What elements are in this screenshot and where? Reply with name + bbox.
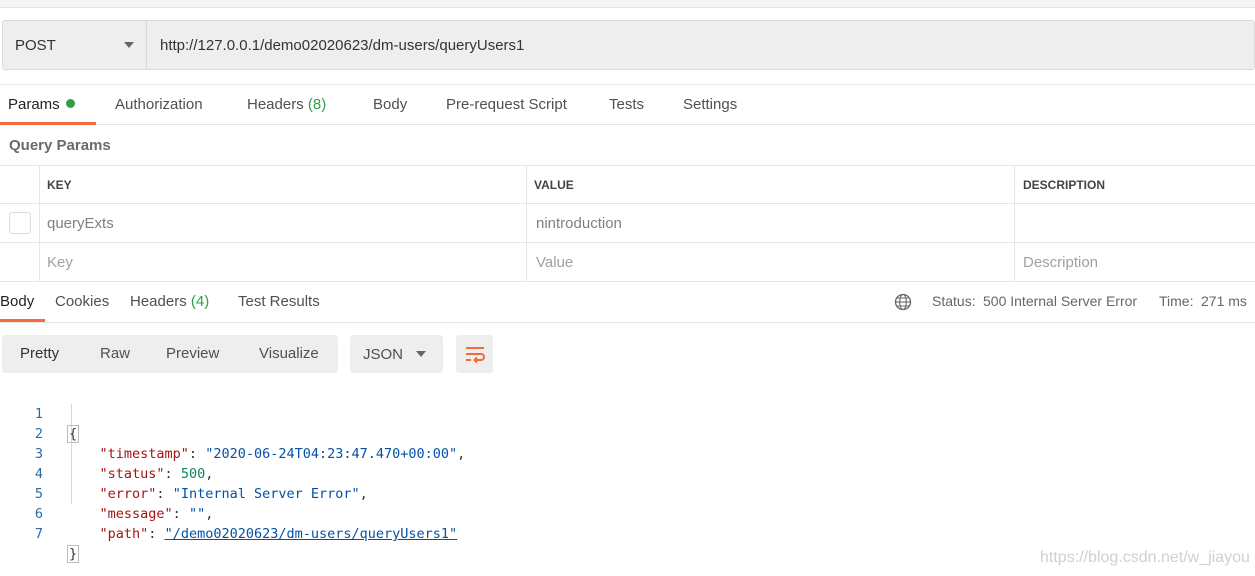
format-label: JSON — [363, 345, 404, 363]
view-visualize-button[interactable]: Visualize — [259, 335, 319, 373]
request-url-bar: POST http://127.0.0.1/demo02020623/dm-us… — [2, 20, 1255, 70]
method-label: POST — [15, 36, 56, 54]
watermark: https://blog.csdn.net/w_jiayou — [1040, 549, 1250, 566]
query-params-table: KEY VALUE DESCRIPTION queryExts nintrodu… — [0, 165, 1255, 282]
url-input[interactable]: http://127.0.0.1/demo02020623/dm-users/q… — [147, 21, 1254, 69]
tab-response-body[interactable]: Body — [0, 281, 34, 322]
response-tabs: Body Cookies Headers (4) Test Results St… — [0, 281, 1255, 323]
close-brace[interactable]: } — [67, 545, 80, 563]
status-value[interactable]: 500 Internal Server Error — [983, 281, 1137, 322]
new-description-input[interactable]: Description — [1015, 243, 1255, 281]
param-description[interactable] — [1015, 204, 1255, 242]
code-line: 2 "timestamp": "2020-06-24T04:23:47.470+… — [0, 404, 700, 462]
param-checkbox[interactable] — [8, 212, 31, 234]
new-value-input[interactable]: Value — [527, 243, 1015, 281]
tab-prerequest-script[interactable]: Pre-request Script — [446, 85, 567, 125]
top-strip — [0, 0, 1255, 8]
code-line: 5 "message": "", — [0, 464, 700, 522]
line-number: 7 — [34, 526, 43, 542]
active-tab-indicator — [0, 122, 96, 125]
code-line: 1 { — [0, 384, 700, 443]
code-line: 3 "status": 500, — [0, 424, 700, 482]
query-params-title: Query Params — [9, 137, 111, 154]
tab-settings[interactable]: Settings — [683, 85, 737, 125]
header-value: VALUE — [527, 166, 1015, 203]
param-value[interactable]: nintroduction — [527, 204, 1015, 242]
json-link-value[interactable]: "/demo02020623/dm-users/queryUsers1" — [165, 526, 458, 542]
response-headers-count: (4) — [190, 293, 210, 310]
tab-headers[interactable]: Headers (8) — [247, 85, 326, 125]
chevron-down-icon — [416, 351, 426, 357]
tab-params[interactable]: Params — [8, 85, 75, 125]
green-dot-icon — [65, 99, 75, 108]
header-description: DESCRIPTION — [1023, 177, 1106, 192]
tab-test-results[interactable]: Test Results — [238, 281, 320, 322]
tab-authorization[interactable]: Authorization — [115, 85, 203, 125]
check-cell — [0, 204, 40, 242]
wrap-lines-button[interactable] — [456, 335, 493, 373]
table-row: queryExts nintroduction — [0, 204, 1255, 243]
check-cell-empty — [0, 243, 40, 281]
param-key[interactable]: queryExts — [40, 204, 527, 242]
view-raw-button[interactable]: Raw — [100, 335, 130, 373]
code-line: 4 "error": "Internal Server Error", — [0, 444, 700, 502]
header-check-cell — [0, 166, 40, 203]
globe-icon[interactable] — [894, 293, 912, 311]
tab-tests[interactable]: Tests — [609, 85, 644, 125]
tab-body[interactable]: Body — [373, 85, 407, 125]
headers-count: (8) — [307, 96, 327, 113]
response-body-code: 1 { 2 "timestamp": "2020-06-24T04:23:47.… — [0, 384, 700, 563]
header-key: KEY — [40, 166, 527, 203]
tab-params-label: Params — [8, 96, 60, 113]
active-response-tab-indicator — [0, 319, 45, 322]
tab-response-headers[interactable]: Headers (4) — [130, 281, 209, 322]
view-mode-bar: Pretty Raw Preview Visualize — [2, 335, 338, 373]
code-line: 7 } — [0, 504, 700, 563]
method-select[interactable]: POST — [3, 21, 147, 69]
table-header-row: KEY VALUE DESCRIPTION — [0, 166, 1255, 204]
time-value[interactable]: 271 ms — [1201, 281, 1247, 322]
tab-cookies[interactable]: Cookies — [55, 281, 109, 322]
time-label: Time: — [1159, 293, 1194, 309]
table-row-new: Key Value Description — [0, 243, 1255, 282]
wrap-lines-icon — [465, 347, 485, 364]
code-line: 6 "path": "/demo02020623/dm-users/queryU… — [0, 484, 700, 542]
json-key: "path" — [99, 526, 149, 542]
new-key-input[interactable]: Key — [40, 243, 527, 281]
chevron-down-icon — [124, 42, 134, 48]
view-preview-button[interactable]: Preview — [166, 335, 219, 373]
format-select[interactable]: JSON — [350, 335, 443, 373]
view-pretty-button[interactable]: Pretty — [20, 335, 59, 373]
request-tabs: Params Authorization Headers (8) Body Pr… — [0, 84, 1255, 125]
tab-response-headers-label: Headers — [130, 293, 187, 310]
tab-headers-label: Headers — [247, 96, 304, 113]
status-label: Status: — [932, 293, 976, 309]
